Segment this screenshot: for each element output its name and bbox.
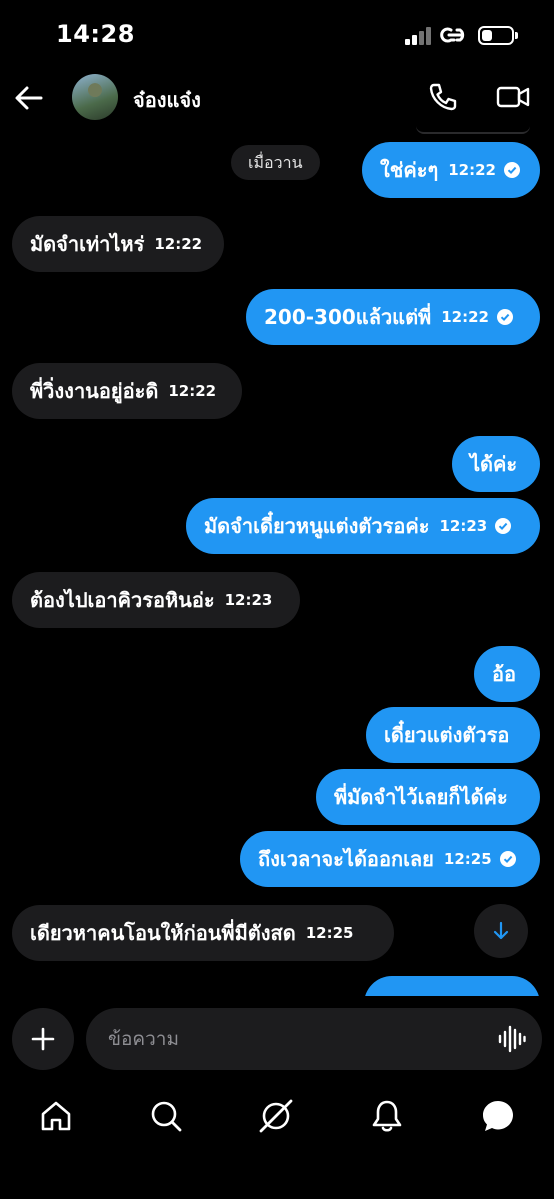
- message-text: เดียวหาคนโอนให้ก่อนพี่มีตังสด: [30, 921, 296, 945]
- read-check-icon: [499, 851, 516, 867]
- date-chip: เมื่อวาน: [231, 145, 320, 180]
- message-text: ใช่ค่ะๆ: [380, 158, 439, 182]
- message-text: มัดจำเท่าไหร่: [30, 232, 145, 256]
- message-text: มัดจำเดี๋ยวหนูแต่งตัวรอค่ะ: [204, 514, 430, 538]
- message-out[interactable]: ถึงเวลาจะได้ออกเลย 12:25: [240, 831, 540, 887]
- status-time: 14:28: [56, 20, 135, 48]
- message-text: 200-300แล้วแต่พี่: [264, 305, 432, 329]
- message-input[interactable]: [86, 1008, 542, 1070]
- link-icon: [440, 27, 465, 43]
- message-out[interactable]: มัดจำเดี๋ยวหนูแต่งตัวรอค่ะ 12:23: [186, 498, 540, 554]
- message-out[interactable]: พี่มัดจำไว้เลยก็ได้ค่ะ: [316, 769, 540, 825]
- message-text: ถึงเวลาจะได้ออกเลย: [258, 847, 434, 871]
- message-time: 12:25: [443, 850, 492, 868]
- explore-icon[interactable]: [257, 1097, 295, 1135]
- message-time: 12:22: [448, 161, 496, 179]
- message-out[interactable]: เดี๋ยวแต่งตัวรอ: [366, 707, 540, 763]
- add-attachment-button[interactable]: [12, 1008, 74, 1070]
- message-time: 12:22: [168, 382, 217, 400]
- message-time: 12:22: [154, 235, 203, 253]
- message-text: ต้องไปเอาคิวรอหินอ่ะ: [30, 588, 215, 612]
- message-in[interactable]: พี่วิ่งงานอยู่อ่ะดิ 12:22: [12, 363, 242, 419]
- battery-icon: [478, 26, 514, 45]
- message-text: ได้ค่ะ: [470, 452, 518, 476]
- read-check-icon: [495, 518, 512, 534]
- message-time: 12:25: [305, 924, 354, 942]
- phone-icon[interactable]: [428, 82, 458, 112]
- previous-bubble-edge: [416, 124, 530, 134]
- message-out[interactable]: ได้ค่ะ: [452, 436, 540, 492]
- chat-bubble-icon[interactable]: [479, 1097, 517, 1135]
- home-icon[interactable]: [37, 1097, 75, 1135]
- read-check-icon: [497, 309, 513, 325]
- message-time: 12:23: [224, 591, 273, 609]
- message-in[interactable]: ต้องไปเอาคิวรอหินอ่ะ 12:23: [12, 572, 300, 628]
- arrow-left-icon[interactable]: [14, 84, 44, 112]
- message-out[interactable]: 200-300แล้วแต่พี่ 12:22: [246, 289, 540, 345]
- contact-name[interactable]: จ๋องแจ๋ง: [133, 84, 201, 116]
- plus-icon: [31, 1027, 55, 1051]
- message-in[interactable]: มัดจำเท่าไหร่ 12:22: [12, 216, 224, 272]
- message-time: 12:22: [441, 308, 489, 326]
- message-text: อ้อ: [492, 662, 517, 686]
- avatar[interactable]: [72, 74, 118, 120]
- video-camera-icon[interactable]: [496, 84, 530, 110]
- message-in[interactable]: เดียวหาคนโอนให้ก่อนพี่มีตังสด 12:25: [12, 905, 394, 961]
- message-out[interactable]: อ้อ: [474, 646, 540, 702]
- message-time: 12:23: [439, 517, 488, 535]
- arrow-down-icon: [493, 921, 509, 940]
- battery-tip: [515, 32, 518, 39]
- search-icon[interactable]: [147, 1097, 185, 1135]
- message-out[interactable]: ใช่ค่ะๆ 12:22: [362, 142, 540, 198]
- signal-icon: [405, 27, 433, 45]
- read-check-icon: [503, 162, 520, 178]
- scroll-to-bottom-button[interactable]: [474, 904, 528, 958]
- bell-icon[interactable]: [368, 1097, 406, 1135]
- message-text: เดี๋ยวแต่งตัวรอ: [384, 723, 510, 747]
- waveform-icon[interactable]: [498, 1024, 526, 1054]
- partial-message: [0, 976, 554, 996]
- message-text: พี่วิ่งงานอยู่อ่ะดิ: [30, 379, 159, 403]
- message-text: พี่มัดจำไว้เลยก็ได้ค่ะ: [334, 785, 508, 809]
